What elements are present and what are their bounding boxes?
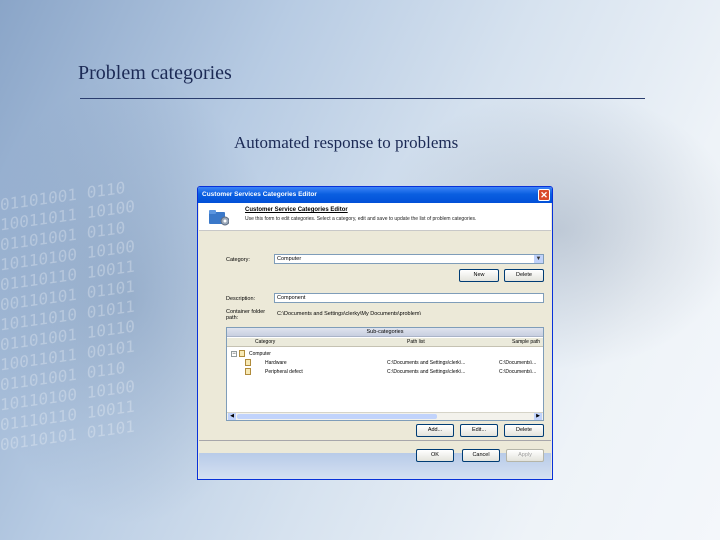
column-header-category[interactable]: Category bbox=[255, 338, 275, 347]
collapse-toggle-icon[interactable]: − bbox=[231, 351, 237, 357]
horizontal-scrollbar[interactable]: ◀ ▶ bbox=[227, 412, 543, 420]
title-divider bbox=[80, 98, 645, 99]
subcategories-panel: Sub-categories Category Path list Sample… bbox=[226, 327, 544, 421]
close-button[interactable]: ✕ bbox=[538, 189, 550, 201]
tree-row-label: Hardware bbox=[265, 360, 287, 366]
column-header-path-list[interactable]: Path list bbox=[407, 338, 425, 347]
delete-category-button[interactable]: Delete bbox=[504, 269, 544, 282]
dialog-title: Customer Services Categories Editor bbox=[202, 191, 317, 198]
ok-button[interactable]: OK bbox=[416, 449, 454, 462]
close-icon: ✕ bbox=[540, 190, 548, 200]
column-header-sample-path[interactable]: Sample path bbox=[512, 338, 540, 347]
category-label: Category: bbox=[226, 257, 250, 263]
document-icon bbox=[245, 368, 251, 375]
container-folder-path: C:\Documents and Settings\clerky\My Docu… bbox=[277, 311, 421, 317]
chevron-down-icon[interactable]: ▼ bbox=[534, 255, 543, 263]
tree-row-label: Computer bbox=[249, 351, 271, 357]
dialog-titlebar[interactable]: Customer Services Categories Editor ✕ bbox=[198, 187, 552, 203]
slide-subtitle: Automated response to problems bbox=[234, 133, 459, 152]
edit-button[interactable]: Edit... bbox=[460, 424, 498, 437]
add-button[interactable]: Add... bbox=[416, 424, 454, 437]
tree-row-sample: C:\Documents\... bbox=[499, 360, 537, 366]
document-icon bbox=[245, 359, 251, 366]
scrollbar-thumb[interactable] bbox=[237, 414, 437, 419]
category-dropdown[interactable]: Computer ▼ bbox=[274, 254, 544, 264]
folder-gear-icon bbox=[209, 210, 229, 226]
folder-icon bbox=[239, 350, 245, 357]
background-binary-pattern: 01101001 0110 10011011 10100 01101001 01… bbox=[0, 177, 135, 455]
subcategories-title: Sub-categories bbox=[227, 328, 543, 337]
tree-row-path: C:\Documents and Settings\clerk\... bbox=[387, 360, 466, 366]
scroll-left-icon[interactable]: ◀ bbox=[228, 413, 236, 420]
tree-row[interactable]: Hardware C:\Documents and Settings\clerk… bbox=[227, 359, 543, 367]
tree-row[interactable]: Peripheral defect C:\Documents and Setti… bbox=[227, 368, 543, 376]
new-button[interactable]: New bbox=[459, 269, 499, 282]
footer-divider bbox=[199, 440, 551, 441]
slide-title: Problem categories bbox=[78, 62, 232, 84]
category-value: Computer bbox=[277, 256, 302, 262]
description-label: Description: bbox=[226, 296, 256, 302]
cancel-button[interactable]: Cancel bbox=[462, 449, 500, 462]
delete-button[interactable]: Delete bbox=[504, 424, 544, 437]
scroll-right-icon[interactable]: ▶ bbox=[534, 413, 542, 420]
apply-button[interactable]: Apply bbox=[506, 449, 544, 462]
header-description: Use this form to edit categories. Select… bbox=[245, 216, 477, 222]
categories-editor-dialog: Customer Services Categories Editor ✕ Cu… bbox=[197, 186, 553, 480]
container-folder-label: Container folder path: bbox=[226, 309, 266, 321]
tree-row-path: C:\Documents and Settings\clerk\... bbox=[387, 369, 466, 375]
header-title: Customer Service Categories Editor bbox=[245, 207, 348, 213]
tree-row-label: Peripheral defect bbox=[265, 369, 303, 375]
tree-row-root[interactable]: − Computer bbox=[227, 350, 543, 358]
tree-row-sample: C:\Documents\... bbox=[499, 369, 537, 375]
subcategories-column-headers: Category Path list Sample path bbox=[227, 338, 543, 347]
dialog-header: Customer Service Categories Editor Use t… bbox=[199, 203, 551, 231]
description-field[interactable]: Component bbox=[274, 293, 544, 303]
